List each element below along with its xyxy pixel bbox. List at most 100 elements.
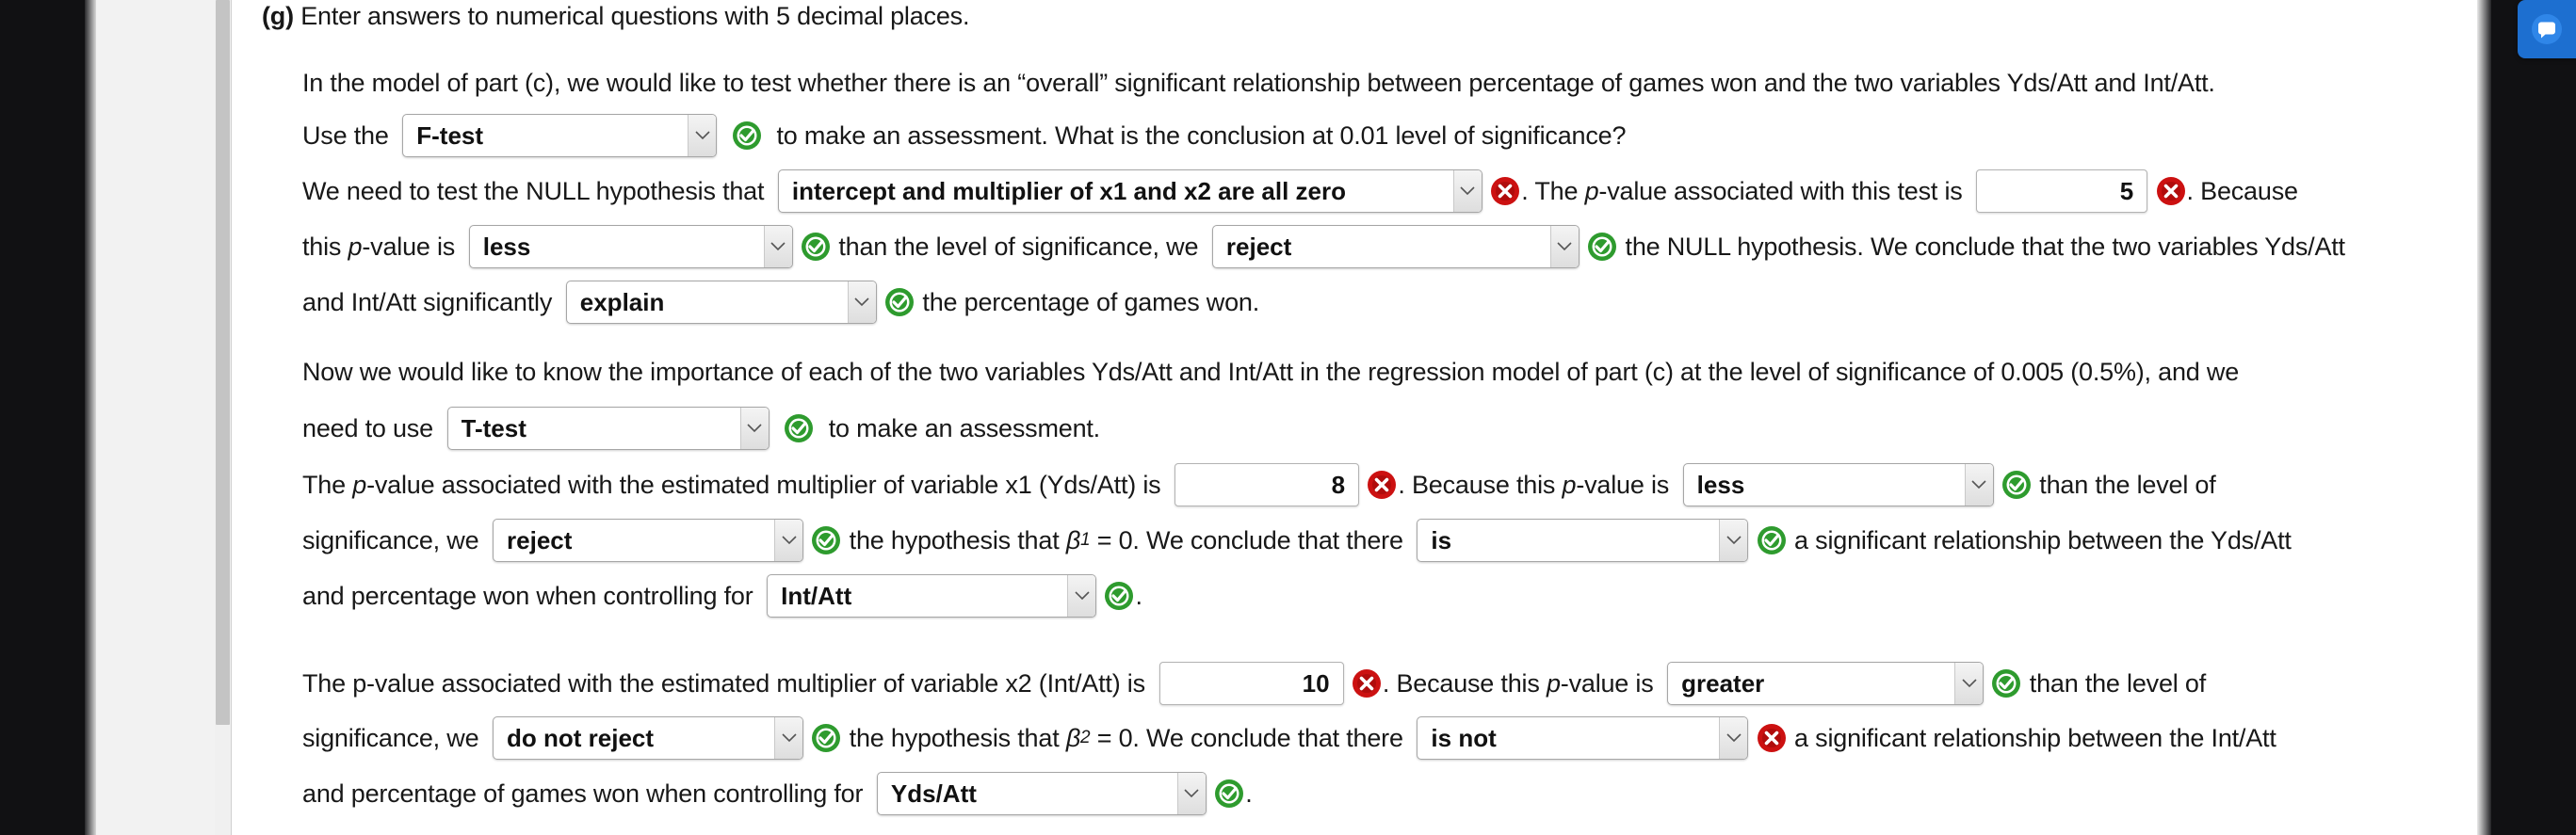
chevron-down-icon	[1549, 226, 1579, 267]
p3-line1-prefix: The	[302, 470, 346, 499]
control-variable-select-x2[interactable]: Yds/Att	[876, 772, 1207, 815]
null-decision-select-value: reject	[1225, 233, 1292, 261]
p1-line2: Use the F-test to make an assessment. Wh…	[302, 114, 1626, 157]
p4-line3-prefix: and percentage of games won when control…	[302, 779, 864, 808]
p1-line4-prefix: this	[302, 232, 342, 261]
green-check-icon	[1756, 524, 1788, 556]
document-sheet: (g) Enter answers to numerical questions…	[232, 0, 2478, 835]
beta1-decision-select[interactable]: reject	[493, 519, 804, 562]
null-hypothesis-select-value: intercept and multiplier of x1 and x2 ar…	[791, 177, 1346, 205]
pvalue-comparison-select-1-value: less	[482, 233, 531, 261]
control-variable-select-x1-value: Int/Att	[781, 582, 852, 610]
p1-line5: and Int/Att significantly explain the pe…	[302, 281, 1259, 324]
chat-bubble-icon	[2530, 12, 2564, 46]
p1-line5-suffix: the percentage of games won.	[922, 287, 1260, 316]
p3-line2-mid-b: = 0. We conclude that there	[1096, 525, 1403, 554]
p1-line4-mid: than the level of significance, we	[838, 232, 1199, 261]
p3-line2-suffix: a significant relationship between the Y…	[1794, 525, 2292, 554]
pvalue-input-x1[interactable]: 8	[1175, 463, 1360, 506]
p1-line4-pvalue-word: -value is	[362, 232, 456, 261]
question-label: (g)	[262, 2, 294, 30]
green-check-icon	[1990, 667, 2022, 699]
green-check-icon	[731, 120, 763, 152]
chevron-down-icon	[688, 115, 717, 156]
p4-line3-suffix: .	[1245, 779, 1253, 808]
green-check-icon	[2001, 469, 2033, 501]
p1-line4-suffix: the NULL hypothesis. We conclude that th…	[1625, 232, 2346, 261]
red-x-icon	[1489, 175, 1521, 207]
red-x-icon	[2155, 175, 2187, 207]
chevron-down-icon	[1067, 575, 1096, 617]
test-type-select-1[interactable]: F-test	[402, 114, 718, 157]
vertical-scrollbar-thumb[interactable]	[216, 0, 230, 725]
p-italic: p	[1546, 668, 1561, 698]
test-type-select-2[interactable]: T-test	[446, 407, 770, 450]
p4-line2-suffix: a significant relationship between the I…	[1794, 723, 2276, 752]
p1-line2-prefix: Use the	[302, 120, 389, 150]
p4-line3: and percentage of games won when control…	[302, 772, 1253, 815]
green-check-icon	[1103, 580, 1135, 612]
pvalue-input-x2[interactable]: 10	[1158, 662, 1344, 705]
green-check-icon	[810, 524, 842, 556]
p-italic: p	[1584, 176, 1599, 205]
chevron-down-icon	[739, 408, 769, 449]
green-check-icon	[1213, 778, 1245, 810]
p4-line2-mid-b: = 0. We conclude that there	[1096, 723, 1403, 752]
relationship-exists-select-x2-value: is not	[1431, 724, 1497, 752]
desktop-background-right	[2491, 0, 2576, 835]
green-check-icon	[1586, 231, 1618, 263]
relationship-exists-select-x2[interactable]: is not	[1417, 716, 1749, 760]
p1-line3-pvalue-label: -value associated with this test is	[1598, 176, 1963, 205]
control-variable-select-x1[interactable]: Int/Att	[767, 574, 1097, 618]
p-italic: p	[348, 232, 363, 261]
p3-line1-pvalue-label: -value associated with the estimated mul…	[366, 470, 1161, 499]
red-x-icon	[1351, 667, 1383, 699]
p3-line1-pvalue-word2: -value is	[1576, 470, 1670, 499]
null-decision-select[interactable]: reject	[1211, 225, 1580, 268]
explain-select[interactable]: explain	[565, 281, 877, 324]
p4-line2-mid-a: the hypothesis that	[849, 723, 1060, 752]
p1-line3-prefix: We need to test the NULL hypothesis that	[302, 176, 765, 205]
beta1-subscript: 1	[1080, 530, 1091, 550]
chevron-down-icon	[1954, 663, 1984, 704]
window-right-edge	[2478, 0, 2491, 835]
pvalue-input-ftest[interactable]: 5	[1976, 169, 2148, 213]
green-check-icon	[783, 412, 815, 444]
p-italic: p	[1562, 470, 1577, 499]
chevron-down-icon	[774, 717, 803, 759]
p1-line2-suffix: to make an assessment. What is the concl…	[776, 120, 1627, 150]
p1-intro-line: In the model of part (c), we would like …	[302, 69, 2215, 98]
p3-line2: significance, we reject the hypothesis t…	[302, 519, 2292, 562]
p1-line3: We need to test the NULL hypothesis that…	[302, 169, 2298, 213]
question-heading: (g) Enter answers to numerical questions…	[262, 2, 969, 31]
test-type-select-2-value: T-test	[461, 414, 527, 442]
chevron-down-icon	[763, 226, 792, 267]
p4-line2: significance, we do not reject the hypot…	[302, 716, 2276, 760]
relationship-exists-select-x1-value: is	[1431, 526, 1452, 554]
chevron-down-icon	[1964, 464, 1993, 506]
beta1-symbol: β	[1065, 525, 1081, 554]
p1-line3-mid: . The	[1521, 176, 1579, 205]
p4-line1: The p-value associated with the estimate…	[302, 662, 2206, 705]
green-check-icon	[810, 722, 842, 754]
relationship-exists-select-x1[interactable]: is	[1417, 519, 1749, 562]
explain-select-value: explain	[579, 288, 665, 316]
null-hypothesis-select[interactable]: intercept and multiplier of x1 and x2 ar…	[777, 169, 1482, 213]
p2-intro-text: Now we would like to know the importance…	[302, 358, 2240, 386]
pvalue-comparison-select-x1[interactable]: less	[1682, 463, 1994, 506]
p3-line1-mid: . Because this	[1398, 470, 1556, 499]
green-check-icon	[883, 286, 915, 318]
p3-line1: The p -value associated with the estimate…	[302, 463, 2216, 506]
p4-line1-suffix: than the level of	[2029, 668, 2207, 698]
chevron-down-icon	[1176, 773, 1206, 814]
p1-line5-prefix: and Int/Att significantly	[302, 287, 553, 316]
p2-line2-suffix: to make an assessment.	[828, 413, 1100, 442]
p3-line2-mid-a: the hypothesis that	[849, 525, 1060, 554]
p3-line3-prefix: and percentage won when controlling for	[302, 581, 753, 610]
chat-support-button[interactable]	[2518, 0, 2576, 58]
beta1-decision-select-value: reject	[507, 526, 573, 554]
beta2-decision-select-value: do not reject	[507, 724, 655, 752]
pvalue-comparison-select-1[interactable]: less	[468, 225, 793, 268]
pvalue-comparison-select-x2[interactable]: greater	[1667, 662, 1985, 705]
beta2-decision-select[interactable]: do not reject	[493, 716, 804, 760]
